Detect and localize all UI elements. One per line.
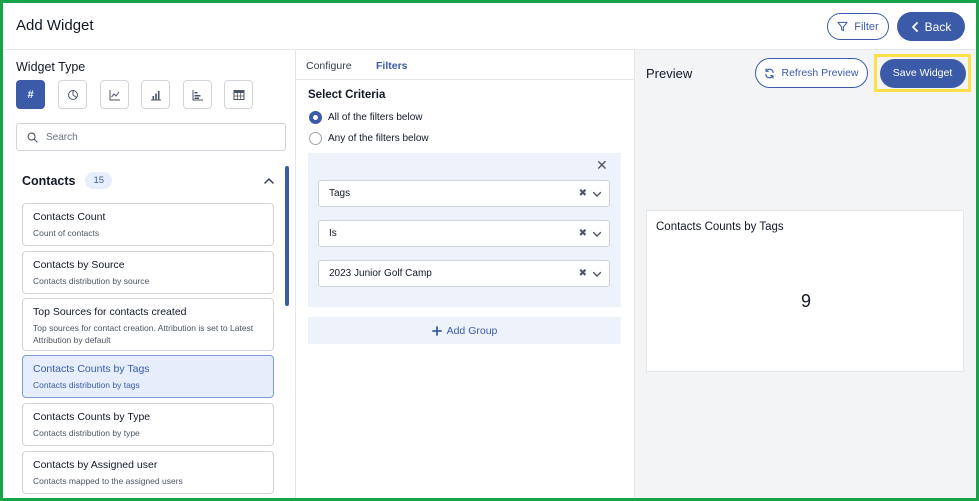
filter-group: ✕ Tags ✖ Is ✖ 2023 Junior Golf Camp ✖ [308,153,621,307]
select-criteria-title: Select Criteria [308,89,386,101]
select-value: Tags [329,188,351,199]
preview-card: Contacts Counts by Tags 9 [646,210,964,372]
add-group-button[interactable]: Add Group [308,317,621,344]
search-input[interactable] [46,131,266,143]
card-desc: Count of contacts [33,228,100,238]
widget-card-contacts-count[interactable]: Contacts Count Count of contacts [22,203,274,246]
widget-card-contacts-by-type[interactable]: Contacts Counts by Type Contacts distrib… [22,403,274,446]
widget-card-contacts-by-assigned-user[interactable]: Contacts by Assigned user Contacts mappe… [22,451,274,494]
refresh-icon [765,67,775,79]
widget-type-horizontal-bar[interactable] [183,80,212,109]
chevron-down-icon[interactable] [592,229,602,239]
widget-card-top-sources[interactable]: Top Sources for contacts created Top sou… [22,298,274,351]
clear-icon[interactable]: ✖ [579,188,587,199]
card-desc: Top sources for contact creation. Attrib… [33,323,254,345]
chevron-down-icon[interactable] [592,269,602,279]
widget-type-table[interactable] [224,80,253,109]
radio-button[interactable] [309,111,322,124]
app-frame: Add Widget Filter Back Widget Type # Sea… [0,0,979,501]
radio-any-filters[interactable]: Any of the filters below [309,132,429,145]
card-desc: Contacts distribution by type [33,428,140,438]
radio-label: All of the filters below [328,112,423,123]
card-desc: Contacts distribution by tags [33,380,140,390]
category-count-badge: 15 [85,172,113,189]
chevron-up-icon[interactable] [263,175,275,187]
preview-title: Preview [646,66,693,81]
card-desc: Contacts mapped to the assigned users [33,476,183,486]
scrollbar[interactable] [285,166,289,306]
line-chart-icon [109,89,120,100]
pie-chart-icon [67,89,78,100]
config-tabs: Configure Filters [296,50,635,80]
widget-type-number[interactable]: # [16,80,45,109]
preview-card-value: 9 [800,291,811,311]
radio-label: Any of the filters below [328,133,429,144]
select-value: Is [329,228,337,239]
plus-icon [431,325,442,336]
page-title: Add Widget [16,17,94,34]
category-header[interactable]: Contacts 15 [22,172,113,189]
widget-type-title: Widget Type [16,60,86,74]
filter-value-select[interactable]: 2023 Junior Golf Camp ✖ [318,260,610,287]
radio-button[interactable] [309,132,322,145]
card-title: Contacts Counts by Type [33,411,151,423]
radio-all-filters[interactable]: All of the filters below [309,111,423,124]
refresh-preview-button[interactable]: Refresh Preview [755,58,868,88]
clear-icon[interactable]: ✖ [579,268,587,279]
widget-type-bar[interactable] [141,80,170,109]
refresh-preview-label: Refresh Preview [781,67,859,79]
card-desc: Contacts distribution by source [33,276,150,286]
card-title: Contacts Count [33,211,106,223]
table-icon [233,89,244,100]
horizontal-bar-icon [192,89,203,100]
configuration-panel: Configure Filters Select Criteria All of… [296,50,635,498]
chevron-left-icon [911,21,918,32]
filter-button[interactable]: Filter [827,13,889,40]
clear-icon[interactable]: ✖ [579,228,587,239]
header: Add Widget Filter Back [3,3,976,50]
bar-chart-icon [150,90,161,100]
tab-filters[interactable]: Filters [376,60,408,72]
card-title: Top Sources for contacts created [33,306,187,318]
widget-card-contacts-by-source[interactable]: Contacts by Source Contacts distribution… [22,251,274,294]
card-title: Contacts by Assigned user [33,459,158,471]
save-highlight: Save Widget [874,54,971,92]
search-icon [27,132,38,143]
add-group-label: Add Group [446,324,498,337]
widget-card-contacts-by-tags[interactable]: Contacts Counts by Tags Contacts distrib… [22,355,274,398]
filter-field-select[interactable]: Tags ✖ [318,180,610,207]
card-title: Contacts by Source [33,259,125,271]
back-button[interactable]: Back [897,12,965,41]
filter-button-label: Filter [854,20,879,33]
search-field[interactable] [16,123,286,151]
number-icon: # [27,88,34,101]
chevron-down-icon[interactable] [592,189,602,199]
tab-configure[interactable]: Configure [306,60,352,72]
widget-type-panel: Widget Type # Search Contacts 15 Contact… [3,50,296,498]
close-icon[interactable]: ✕ [596,157,608,174]
category-label: Contacts [22,173,76,188]
preview-panel: Preview Refresh Preview Save Widget Cont… [635,50,976,498]
back-button-label: Back [924,19,952,34]
save-widget-button[interactable]: Save Widget [879,58,966,88]
filter-operator-select[interactable]: Is ✖ [318,220,610,247]
card-title: Contacts Counts by Tags [33,363,150,375]
preview-card-title: Contacts Counts by Tags [656,221,784,233]
widget-type-pie[interactable] [58,80,87,109]
select-value: 2023 Junior Golf Camp [329,268,432,279]
widget-type-line[interactable] [100,80,129,109]
filter-icon [837,21,848,32]
